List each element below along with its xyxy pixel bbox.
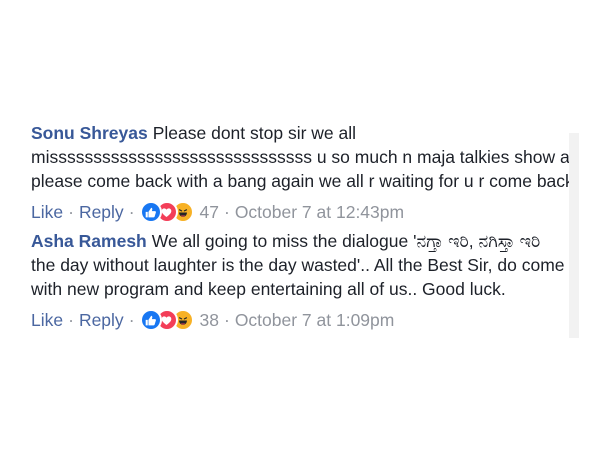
scrollbar-track[interactable] xyxy=(569,133,579,338)
separator-dot: · xyxy=(128,310,135,330)
comment-text-line: missssssssssssssssssssssssssssss u so mu… xyxy=(31,147,569,167)
reply-link[interactable]: Reply xyxy=(79,201,124,223)
reaction-count[interactable]: 38 xyxy=(200,309,219,331)
comment: Sonu Shreyas Please dont stop sir we all … xyxy=(31,121,569,223)
comment-text-line: Please dont stop sir we all xyxy=(152,123,357,143)
comment-text-line: please come back with a bang again we al… xyxy=(31,171,569,191)
comment-text-line: We all going to miss the dialogue 'ನಗ್ತಾ… xyxy=(151,231,541,251)
reaction-count[interactable]: 47 xyxy=(200,201,219,223)
comment: Asha Ramesh We all going to miss the dial… xyxy=(31,229,569,331)
separator-dot: · xyxy=(128,202,135,222)
separator-dot: · xyxy=(68,310,74,330)
comment-timestamp[interactable]: October 7 at 1:09pm xyxy=(235,309,395,331)
comment-body: Asha Ramesh We all going to miss the dial… xyxy=(31,229,569,301)
like-link[interactable]: Like xyxy=(31,309,63,331)
separator-dot: · xyxy=(223,202,230,222)
separator-dot: · xyxy=(223,310,230,330)
comment-text-line: the day without laughter is the day wast… xyxy=(31,255,569,275)
reactions-summary[interactable] xyxy=(139,309,194,331)
comment-author[interactable]: Sonu Shreyas xyxy=(31,123,148,143)
like-icon xyxy=(139,309,162,331)
comment-actions: Like · Reply · 47 · October 7 at 12:43pm xyxy=(31,201,569,223)
comment-text-line: with new program and keep entertaining a… xyxy=(31,279,506,299)
reply-link[interactable]: Reply xyxy=(79,309,124,331)
comment-timestamp[interactable]: October 7 at 12:43pm xyxy=(235,201,404,223)
reactions-summary[interactable] xyxy=(139,201,194,223)
comment-body: Sonu Shreyas Please dont stop sir we all … xyxy=(31,121,569,193)
comment-author[interactable]: Asha Ramesh xyxy=(31,231,147,251)
comment-actions: Like · Reply · 38 · October 7 at 1:09pm xyxy=(31,309,569,331)
separator-dot: · xyxy=(68,202,74,222)
like-link[interactable]: Like xyxy=(31,201,63,223)
like-icon xyxy=(139,201,162,223)
